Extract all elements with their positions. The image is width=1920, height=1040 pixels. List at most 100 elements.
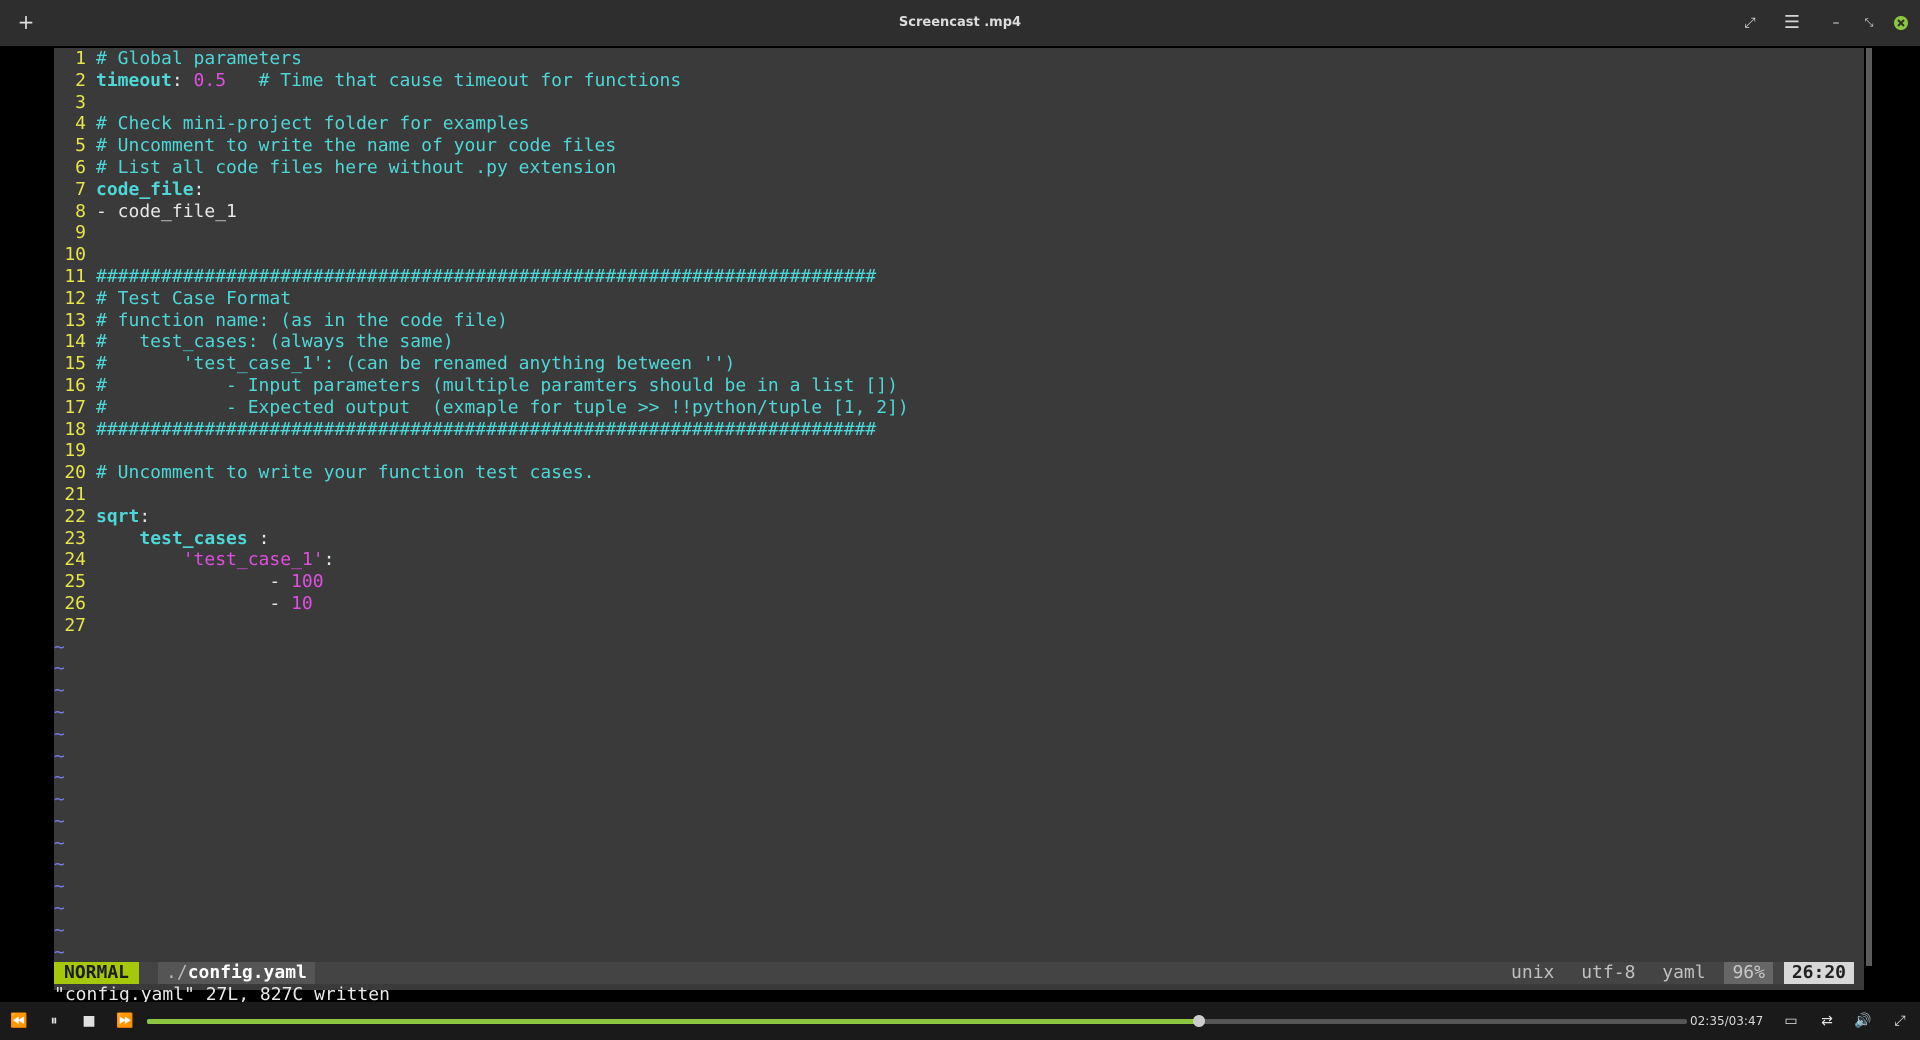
line-number: 11 xyxy=(64,265,86,287)
empty-line-tilde: ~ xyxy=(54,789,65,811)
editor-line: 11 ######################################… xyxy=(54,266,909,288)
file-name: config.yaml xyxy=(187,962,307,983)
editor-line: 19 xyxy=(54,440,909,462)
progress-knob[interactable] xyxy=(1192,1015,1205,1027)
line-number: 25 xyxy=(64,571,86,593)
code-token: 100 xyxy=(291,571,324,593)
empty-line-tilde: ~ xyxy=(54,854,65,876)
empty-line-tilde: ~ xyxy=(54,810,65,832)
line-number: 7 xyxy=(75,178,86,200)
code-token: - xyxy=(96,592,292,614)
line-number: 17 xyxy=(64,396,86,418)
line-number: 3 xyxy=(75,91,86,113)
editor-line: 26 - 10 xyxy=(54,593,909,615)
line-number: 9 xyxy=(75,222,86,244)
code-token: timeout xyxy=(96,69,172,91)
line-number: 12 xyxy=(64,287,86,309)
menu-icon[interactable]: ☰ xyxy=(1780,11,1804,35)
empty-line-tilde: ~ xyxy=(54,898,65,920)
code-token: : xyxy=(139,505,151,527)
line-number: 1 xyxy=(75,48,86,69)
code-token: : xyxy=(247,527,270,549)
editor-line: 16 # - Input parameters (multiple paramte… xyxy=(54,375,909,397)
editor-line: 27 xyxy=(54,615,909,637)
pause-icon[interactable]: ⏸ xyxy=(43,1010,65,1032)
editor-lines: 1 # Global parameters 2 timeout: 0.5 # Time… xyxy=(54,48,909,963)
line-number: 24 xyxy=(64,549,86,571)
code-token: # Global parameters xyxy=(96,48,302,69)
editor-line: 6 # List all code files here without .py … xyxy=(54,157,909,179)
vertical-scrollbar[interactable] xyxy=(1866,48,1872,966)
line-number: 23 xyxy=(64,527,86,549)
editor-line: 2 timeout: 0.5 # Time that cause timeout … xyxy=(54,70,909,92)
empty-line-tilde: ~ xyxy=(54,919,65,941)
line-number: 2 xyxy=(75,69,86,91)
editor-line: 12 # Test Case Format xyxy=(54,288,909,310)
editor-line: 18 ######################################… xyxy=(54,419,909,441)
editor-line: 5 # Uncomment to write the name of your c… xyxy=(54,135,909,157)
editor-line: 10 xyxy=(54,244,909,266)
code-token: sqrt xyxy=(96,505,140,527)
fileformat: unix xyxy=(1511,962,1555,983)
line-number: 15 xyxy=(64,353,86,375)
restore-icon[interactable]: ⤡ xyxy=(1857,11,1881,35)
empty-line-tilde: ~ xyxy=(54,658,65,680)
minimize-icon[interactable]: – xyxy=(1824,11,1848,35)
code-token: # Check mini-project folder for examples xyxy=(96,113,530,135)
vim-editor: 1 # Global parameters 2 timeout: 0.5 # Time… xyxy=(54,48,1872,1005)
fullscreen-toggle-icon[interactable]: ⤢ xyxy=(1889,1010,1911,1032)
line-number: 6 xyxy=(75,156,86,178)
editor-line: 17 # - Expected output (exmaple for tuple… xyxy=(54,396,909,419)
code-token: test_cases xyxy=(139,527,248,549)
editor-line: 8 - code_file_1 xyxy=(54,201,909,223)
editor-line: 7 code_file: xyxy=(54,179,909,201)
editor-line: 4 # Check mini-project folder for example… xyxy=(54,113,909,135)
code-token: 10 xyxy=(291,592,313,614)
editor-line: 1 # Global parameters xyxy=(54,48,909,70)
status-right: unix utf-8 yaml 96% 26:20 xyxy=(1503,962,1854,984)
empty-line-tilde: ~ xyxy=(54,680,65,702)
shuffle-icon[interactable]: ⇄ xyxy=(1816,1010,1838,1032)
code-token: # - Expected output (exmaple for tuple >… xyxy=(96,396,909,418)
progress-bar[interactable] xyxy=(147,1015,1687,1027)
code-token: # Test Case Format xyxy=(96,287,292,309)
code-token: # Uncomment to write the name of your co… xyxy=(96,135,617,157)
fast-forward-icon[interactable]: ⏩ xyxy=(114,1010,136,1032)
editor-line: 15 # 'test_case_1': (can be renamed anyth… xyxy=(54,353,909,375)
rewind-icon[interactable]: ⏪ xyxy=(8,1010,30,1032)
editor-line: 23 test_cases : xyxy=(54,528,909,550)
close-icon[interactable] xyxy=(1889,11,1913,35)
editor-line: 24 'test_case_1': xyxy=(54,549,909,571)
line-number: 26 xyxy=(64,592,86,614)
window-title: Screencast .mp4 xyxy=(898,15,1022,30)
fullscreen-icon[interactable]: ⤢ xyxy=(1738,11,1762,35)
editor-line: 13 # function name: (as in the code file) xyxy=(54,310,909,332)
file-prefix: ./ xyxy=(166,962,188,983)
code-token: # Time that cause timeout for functions xyxy=(226,69,682,91)
line-number: 13 xyxy=(64,309,86,331)
line-number: 5 xyxy=(75,135,86,157)
line-number: 22 xyxy=(64,505,86,527)
subtitle-icon[interactable]: ▭ xyxy=(1780,1010,1802,1032)
line-number: 21 xyxy=(64,483,86,505)
filetype: yaml xyxy=(1662,962,1706,983)
line-number: 10 xyxy=(64,244,86,266)
empty-line-tilde: ~ xyxy=(54,767,65,789)
progress-fill xyxy=(147,1019,1199,1024)
mode-indicator: NORMAL xyxy=(54,962,140,984)
editor-line: 3 xyxy=(54,92,909,114)
window-titlebar: + Screencast .mp4 ⤢ ☰ – ⤡ xyxy=(0,0,1920,46)
volume-icon[interactable]: 🔊 xyxy=(1852,1010,1874,1032)
stop-icon[interactable]: ■ xyxy=(78,1010,100,1032)
code-token: code_file xyxy=(96,178,194,200)
code-token: # 'test_case_1': (can be renamed anythin… xyxy=(96,353,736,375)
line-number: 20 xyxy=(64,462,86,484)
empty-line-tilde: ~ xyxy=(54,876,65,898)
code-token: # test_cases: (always the same) xyxy=(96,331,454,353)
empty-line-tilde: ~ xyxy=(54,941,65,963)
line-number: 4 xyxy=(75,113,86,135)
editor-line: 9 xyxy=(54,222,909,244)
scroll-percent: 96% xyxy=(1724,962,1773,984)
empty-line-tilde: ~ xyxy=(54,745,65,767)
